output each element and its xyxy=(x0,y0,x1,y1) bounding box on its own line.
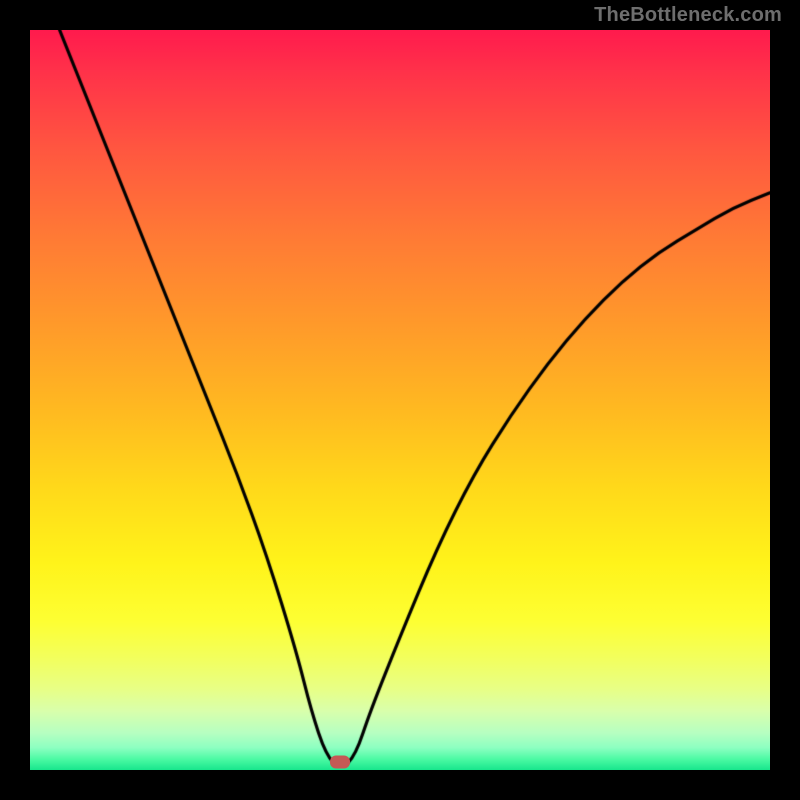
plot-area xyxy=(30,30,770,770)
chart-frame: TheBottleneck.com xyxy=(0,0,800,800)
bottleneck-curve xyxy=(30,30,770,770)
optimal-point-marker xyxy=(330,756,350,769)
watermark-text: TheBottleneck.com xyxy=(594,4,782,27)
